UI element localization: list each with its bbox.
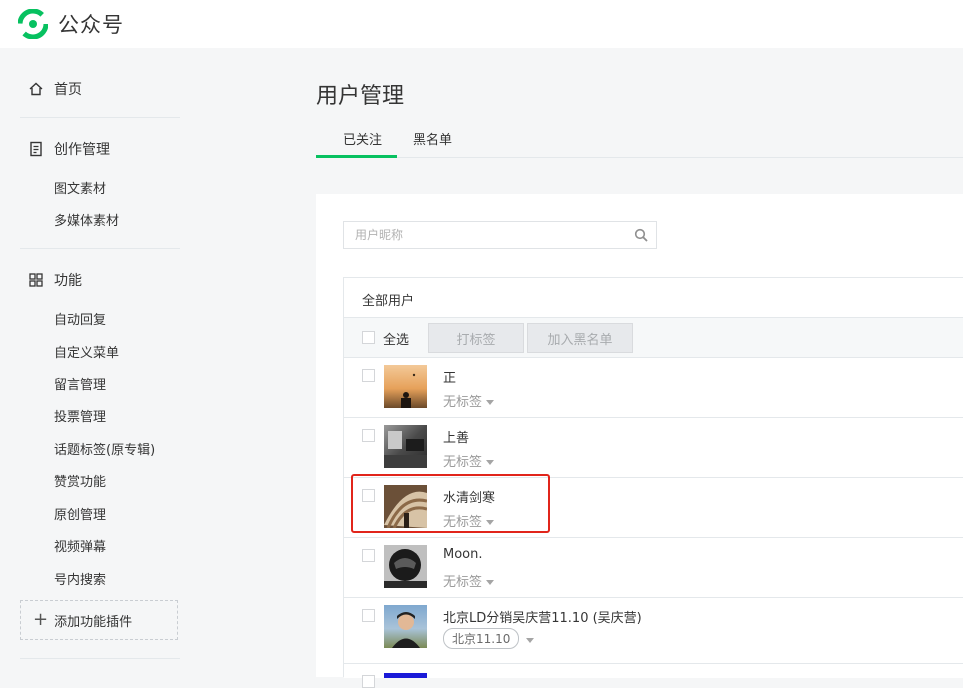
caret-down-icon [486, 460, 495, 465]
sidebar-divider [20, 117, 180, 118]
user-tag-dropdown[interactable]: 无标签 [443, 391, 495, 410]
tab-active-indicator [316, 155, 397, 158]
user-tag-label: 无标签 [443, 455, 483, 470]
caret-down-icon [486, 400, 495, 405]
user-tag-badge[interactable]: 北京11.10 [443, 628, 520, 649]
user-tag-label: 无标签 [443, 575, 483, 590]
sidebar-sub-item-original[interactable]: 原创管理 [54, 504, 106, 523]
tab-blacklist[interactable]: 黑名单 [413, 129, 452, 148]
row-checkbox[interactable] [362, 429, 375, 442]
add-plugin-label: 添加功能插件 [54, 614, 133, 630]
table-row[interactable]: 北京LD分销吴庆营11.10 (吴庆营) 北京11.10 [344, 598, 963, 664]
sidebar-sub-item-appreciation[interactable]: 赞赏功能 [54, 471, 106, 490]
document-icon [30, 141, 42, 157]
page-title: 用户管理 [316, 84, 405, 109]
highlight-box [351, 474, 550, 533]
sidebar-sub-item-search[interactable]: 号内搜索 [54, 569, 106, 588]
user-name[interactable]: 上善 [443, 427, 469, 446]
sidebar-sub-item-comments[interactable]: 留言管理 [54, 374, 106, 393]
sidebar-sub-item-votes[interactable]: 投票管理 [54, 406, 106, 425]
sidebar-sub-item-image-text[interactable]: 图文素材 [54, 178, 106, 197]
row-checkbox[interactable] [362, 549, 375, 562]
sidebar-sub-item-auto-reply[interactable]: 自动回复 [54, 309, 106, 328]
table-title: 全部用户 [362, 294, 415, 309]
caret-down-icon[interactable] [526, 638, 534, 643]
avatar [384, 673, 427, 678]
sidebar-sub-item-custom-menu[interactable]: 自定义菜单 [54, 342, 119, 361]
sidebar-item-features[interactable]: 功能 [28, 270, 82, 290]
user-tag-dropdown[interactable]: 无标签 [443, 451, 495, 470]
sidebar-divider [20, 248, 180, 249]
tab-followed[interactable]: 已关注 [343, 129, 382, 148]
table-row[interactable] [344, 664, 963, 688]
sidebar-item-label: 首页 [54, 82, 82, 98]
table-row[interactable]: 正 无标签 [344, 358, 963, 418]
avatar [384, 545, 427, 588]
sidebar-sub-item-video-danmaku[interactable]: 视频弹幕 [54, 536, 106, 555]
caret-down-icon [486, 580, 495, 585]
table-toolbar: 全选 打标签 加入黑名单 [344, 318, 963, 358]
sidebar-sub-item-topic-tags[interactable]: 话题标签(原专辑) [54, 439, 155, 458]
brand-name[interactable]: 公众号 [58, 9, 124, 39]
select-all-label[interactable]: 全选 [383, 329, 409, 348]
top-bar: 公众号 [0, 0, 963, 48]
search-box[interactable] [343, 221, 657, 249]
sidebar-sub-item-media[interactable]: 多媒体素材 [54, 210, 119, 229]
user-name[interactable]: 北京LD分销吴庆营11.10 (吴庆营) [443, 607, 642, 626]
add-to-blacklist-button[interactable]: 加入黑名单 [527, 323, 633, 353]
wechat-mp-logo-icon[interactable] [18, 9, 48, 39]
search-input[interactable] [353, 227, 627, 243]
sidebar-item-home[interactable]: 首页 [28, 79, 82, 99]
avatar [384, 605, 427, 648]
grid-icon [29, 273, 43, 287]
sidebar-item-label: 创作管理 [54, 142, 110, 158]
user-name[interactable]: Moon. [443, 547, 483, 562]
tag-button[interactable]: 打标签 [428, 323, 524, 353]
add-plugin-button[interactable]: + 添加功能插件 [20, 600, 178, 640]
plus-icon: + [33, 609, 49, 630]
user-name[interactable]: 正 [443, 367, 456, 386]
row-checkbox[interactable] [362, 369, 375, 382]
search-icon[interactable] [634, 228, 648, 242]
sidebar-divider [20, 658, 180, 659]
table-row[interactable]: 上善 无标签 [344, 418, 963, 478]
user-tag-dropdown[interactable]: 无标签 [443, 571, 495, 590]
sidebar-item-label: 功能 [54, 273, 82, 289]
avatar [384, 365, 427, 408]
select-all-checkbox[interactable] [362, 331, 375, 344]
home-icon [29, 82, 43, 96]
table-row[interactable]: Moon. 无标签 [344, 538, 963, 598]
row-checkbox[interactable] [362, 609, 375, 622]
sidebar-item-creation[interactable]: 创作管理 [28, 139, 110, 159]
tabs-underline [316, 157, 963, 158]
user-tag-label: 无标签 [443, 395, 483, 410]
table-header: 全部用户 [344, 278, 963, 318]
avatar [384, 425, 427, 468]
